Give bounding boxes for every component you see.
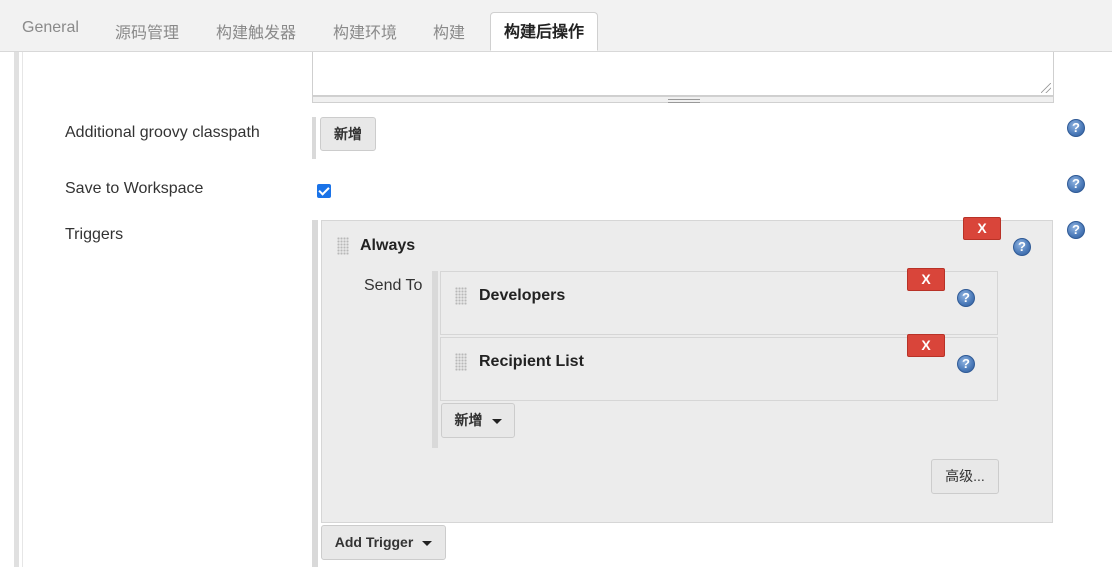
tab-build-triggers[interactable]: 构建触发器 <box>216 19 296 43</box>
add-trigger-button[interactable]: Add Trigger <box>321 525 446 560</box>
tab-general[interactable]: General <box>22 19 79 37</box>
classpath-rail <box>312 117 316 159</box>
tab-build[interactable]: 构建 <box>433 19 465 43</box>
help-icon[interactable]: ? <box>957 355 975 373</box>
textarea-expand-bar[interactable] <box>312 96 1054 103</box>
help-icon[interactable]: ? <box>1067 119 1085 137</box>
trigger-panel-always: Always X ? Send To Developers X ? Recipi… <box>321 217 1053 523</box>
save-to-workspace-label: Save to Workspace <box>65 180 204 197</box>
delete-recipient-button[interactable]: X <box>907 268 945 291</box>
caret-down-icon <box>491 418 502 424</box>
recipient-title: Recipient List <box>479 353 584 370</box>
add-classpath-button[interactable]: 新增 <box>320 117 376 151</box>
script-textarea[interactable] <box>312 52 1054 96</box>
recipient-panel-recipient-list: Recipient List X ? <box>440 334 998 401</box>
help-icon[interactable]: ? <box>1013 238 1031 256</box>
help-icon[interactable]: ? <box>957 289 975 307</box>
delete-trigger-button[interactable]: X <box>963 217 1001 240</box>
drag-handle-icon[interactable] <box>455 287 467 305</box>
drag-handle-icon <box>668 99 700 103</box>
add-recipient-button[interactable]: 新增 <box>441 403 515 438</box>
triggers-label: Triggers <box>65 226 124 243</box>
tab-bar: General 源码管理 构建触发器 构建环境 构建 构建后操作 <box>0 0 1112 52</box>
help-icon[interactable]: ? <box>1067 221 1085 239</box>
recipient-panel-developers: Developers X ? <box>440 268 998 335</box>
section-divider <box>22 52 23 567</box>
section-rail <box>14 52 19 567</box>
resize-grip-icon[interactable] <box>1041 83 1051 93</box>
drag-handle-icon[interactable] <box>337 237 349 255</box>
recipient-title: Developers <box>479 287 566 304</box>
tab-build-environment[interactable]: 构建环境 <box>333 19 397 43</box>
send-to-label: Send To <box>364 277 423 294</box>
caret-down-icon <box>422 540 433 546</box>
tab-post-build-actions[interactable]: 构建后操作 <box>490 12 599 51</box>
add-recipient-label: 新增 <box>454 412 483 428</box>
advanced-button[interactable]: 高级... <box>931 459 999 494</box>
save-to-workspace-checkbox[interactable] <box>317 184 331 198</box>
delete-recipient-button[interactable]: X <box>907 334 945 357</box>
additional-classpath-label: Additional groovy classpath <box>65 124 260 141</box>
help-icon[interactable]: ? <box>1067 175 1085 193</box>
trigger-title: Always <box>360 237 416 254</box>
triggers-rail <box>312 220 318 567</box>
drag-handle-icon[interactable] <box>455 353 467 371</box>
tab-source-control[interactable]: 源码管理 <box>115 19 179 43</box>
add-trigger-label: Add Trigger <box>334 534 414 550</box>
send-to-rail <box>432 271 438 448</box>
